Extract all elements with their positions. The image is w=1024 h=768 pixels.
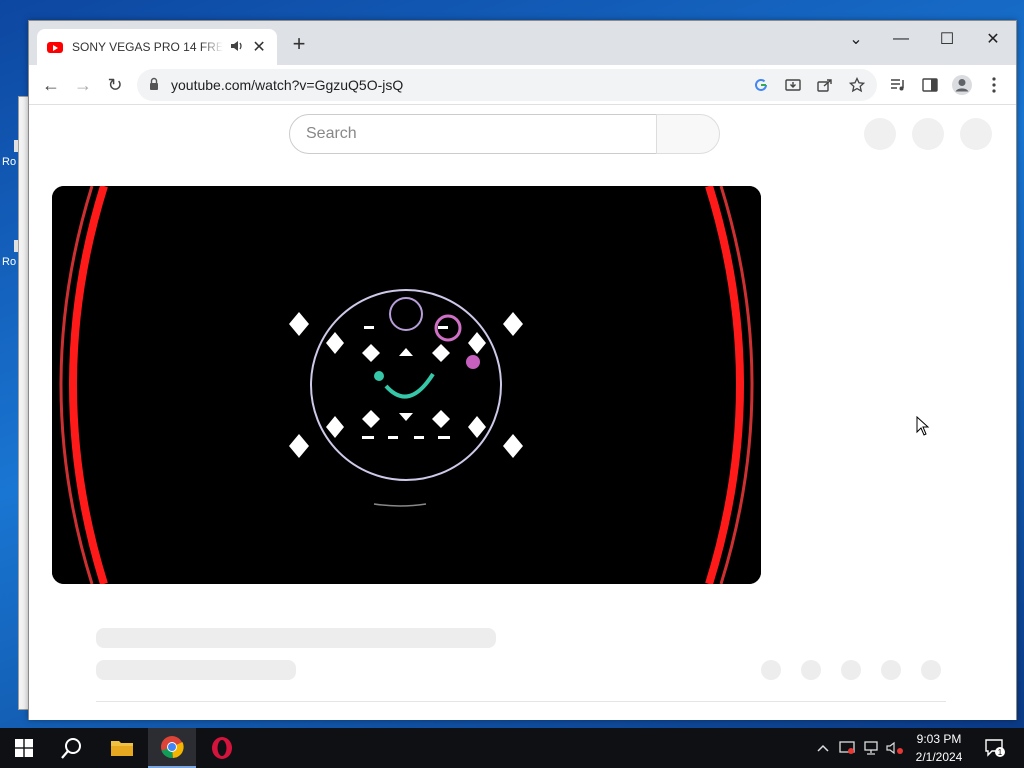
youtube-page: [29, 106, 1016, 720]
bookmark-star-icon[interactable]: [845, 73, 869, 97]
search-taskbar-button[interactable]: [48, 728, 96, 768]
mouse-cursor-icon: [916, 416, 930, 436]
start-button[interactable]: [0, 728, 48, 768]
opera-taskbar-button[interactable]: [198, 728, 246, 768]
browser-window: SONY VEGAS PRO 14 FREE DOWNLOAD ✕ + ⌄ — …: [28, 20, 1017, 720]
search-icon: [61, 738, 81, 759]
profile-avatar-icon[interactable]: [950, 73, 974, 97]
taskbar: 9:03 PM 2/1/2024 1: [0, 728, 1024, 768]
action-skeleton: [761, 660, 781, 680]
action-skeleton: [921, 660, 941, 680]
url-text[interactable]: youtube.com/watch?v=GgzuQ5O-jsQ: [171, 77, 403, 93]
action-skeleton: [841, 660, 861, 680]
desktop-shortcut-label: Ro: [2, 256, 17, 268]
browser-toolbar: ← → ↻ youtube.com/watch?v=GgzuQ5O-jsQ: [29, 65, 1016, 105]
file-explorer-button[interactable]: [98, 728, 146, 768]
address-bar[interactable]: youtube.com/watch?v=GgzuQ5O-jsQ: [137, 69, 877, 101]
create-button-placeholder[interactable]: [864, 118, 896, 150]
tab-title: SONY VEGAS PRO 14 FREE DOWNLOAD: [72, 40, 224, 54]
video-player[interactable]: [52, 186, 761, 584]
folder-icon: [111, 741, 133, 756]
chrome-icon: [161, 736, 184, 759]
notification-count: 1: [998, 748, 1003, 757]
action-skeleton: [881, 660, 901, 680]
system-clock[interactable]: 9:03 PM 2/1/2024: [904, 730, 974, 766]
speaker-icon[interactable]: [229, 40, 245, 55]
clock-time: 9:03 PM: [916, 732, 962, 746]
action-center-button[interactable]: 1: [980, 728, 1010, 768]
opera-icon: [212, 737, 232, 759]
google-lens-icon[interactable]: [749, 73, 773, 97]
windows-logo-icon: [15, 739, 33, 757]
notifications-button-placeholder[interactable]: [912, 118, 944, 150]
search-button[interactable]: [656, 114, 720, 154]
maximize-button[interactable]: ☐: [930, 25, 964, 53]
content-divider: [96, 701, 946, 702]
close-window-button[interactable]: ✕: [976, 25, 1010, 53]
lock-icon[interactable]: [149, 77, 159, 91]
notification-icon: 1: [985, 739, 1005, 757]
minimize-button[interactable]: —: [884, 25, 918, 53]
back-button[interactable]: ←: [37, 71, 65, 99]
title-skeleton: [96, 628, 496, 648]
tab-search-button[interactable]: ⌄: [839, 25, 873, 53]
install-app-icon[interactable]: [781, 73, 805, 97]
chevron-up-icon: [817, 744, 829, 752]
action-skeleton: [801, 660, 821, 680]
account-avatar-placeholder[interactable]: [960, 118, 992, 150]
clock-date: 2/1/2024: [915, 750, 963, 764]
share-icon[interactable]: [813, 73, 837, 97]
side-panel-icon[interactable]: [918, 73, 942, 97]
desktop-shortcut-label: Ro: [2, 156, 17, 168]
tab-close-button[interactable]: ✕: [251, 37, 267, 57]
media-control-icon[interactable]: [886, 73, 910, 97]
search-box[interactable]: [289, 114, 657, 154]
security-tray-icon[interactable]: [836, 728, 858, 768]
forward-button[interactable]: →: [69, 71, 97, 99]
youtube-favicon-icon: [47, 41, 63, 53]
network-icon[interactable]: [860, 728, 882, 768]
tab-youtube[interactable]: SONY VEGAS PRO 14 FREE DOWNLOAD ✕: [37, 29, 277, 65]
channel-skeleton: [96, 660, 296, 680]
video-frame: [52, 186, 761, 584]
title-bar: SONY VEGAS PRO 14 FREE DOWNLOAD ✕ + ⌄ — …: [29, 21, 1016, 65]
reload-button[interactable]: ↻: [101, 71, 129, 99]
volume-muted-icon[interactable]: [884, 728, 906, 768]
new-tab-button[interactable]: +: [287, 33, 311, 57]
show-hidden-icons-button[interactable]: [812, 728, 834, 768]
chrome-taskbar-button[interactable]: [148, 728, 196, 768]
search-input[interactable]: [306, 125, 636, 143]
more-menu-icon[interactable]: [982, 73, 1006, 97]
